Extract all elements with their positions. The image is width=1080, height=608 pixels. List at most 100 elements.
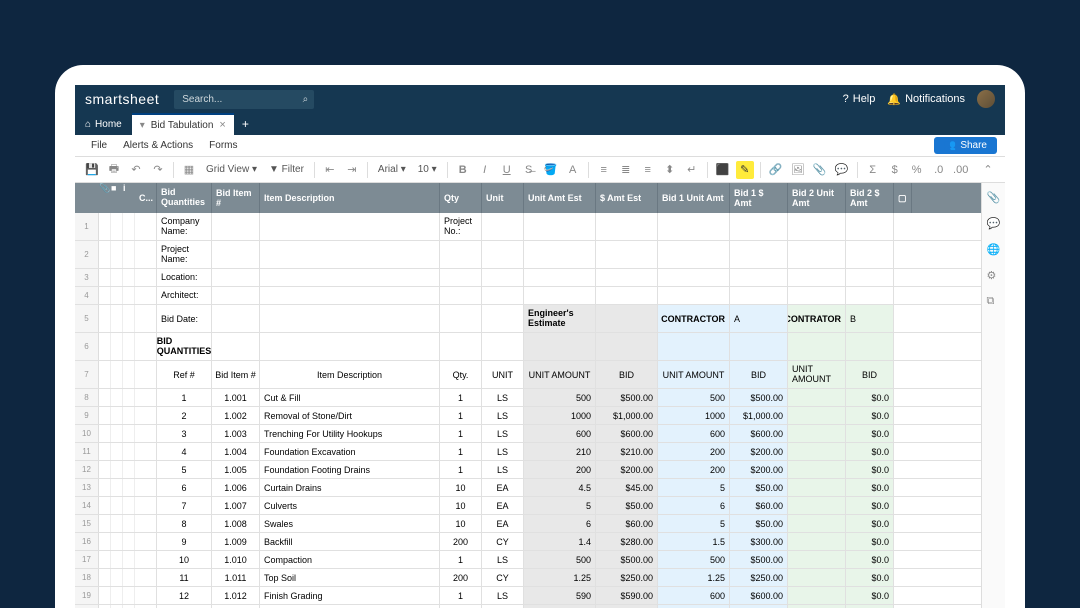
menu-bar: File Alerts & Actions Forms 👥Share (75, 135, 1005, 157)
chevron-down-icon[interactable]: ▾ (140, 120, 145, 131)
currency-icon[interactable]: $ (886, 161, 904, 179)
col-item-desc[interactable]: Item Description (260, 183, 440, 213)
bell-icon: 🔔 (887, 93, 901, 106)
tab-bid-tabulation[interactable]: ▾ Bid Tabulation × (132, 113, 234, 135)
table-row[interactable]: 12 5 1.005 Foundation Footing Drains 1 L… (75, 461, 981, 479)
menu-forms[interactable]: Forms (201, 140, 245, 151)
column-label-row[interactable]: 7 Ref # Bid Item # Item Description Qty.… (75, 361, 981, 389)
format-icon[interactable]: ⬛ (714, 161, 732, 179)
meta-row[interactable]: 1 Company Name: Project No.: (75, 213, 981, 241)
table-row[interactable]: 19 12 1.012 Finish Grading 1 LS 590 $590… (75, 587, 981, 605)
redo-icon[interactable]: ↷ (149, 161, 167, 179)
search-input[interactable] (174, 90, 314, 109)
table-row[interactable]: 10 3 1.003 Trenching For Utility Hookups… (75, 425, 981, 443)
attach-icon[interactable]: 📎 (811, 161, 829, 179)
col-unit[interactable]: Unit (482, 183, 524, 213)
table-row[interactable]: 15 8 1.008 Swales 10 EA 6 $60.00 5 $50.0… (75, 515, 981, 533)
percent-icon[interactable]: % (908, 161, 926, 179)
table-row[interactable]: 11 4 1.004 Foundation Excavation 1 LS 21… (75, 443, 981, 461)
indent-icon[interactable]: ⇥ (343, 161, 361, 179)
avatar[interactable] (977, 90, 995, 108)
underline-icon[interactable]: U (498, 161, 516, 179)
col-bid-quantities[interactable]: Bid Quantities (157, 183, 212, 213)
info-col-icon[interactable]: i (123, 183, 135, 213)
wrap-icon[interactable]: ↵ (683, 161, 701, 179)
table-row[interactable]: 14 7 1.007 Culverts 10 EA 5 $50.00 6 $60… (75, 497, 981, 515)
tab-label: Bid Tabulation (151, 120, 214, 131)
outdent-icon[interactable]: ⇤ (321, 161, 339, 179)
section-header-row[interactable]: 5 Bid Date: Engineer's Estimate CONTRACT… (75, 305, 981, 333)
subheader-row[interactable]: 6 BID QUANTITIES (75, 333, 981, 361)
print-icon[interactable]: 🖶 (105, 161, 123, 179)
notifications-button[interactable]: 🔔Notifications (887, 93, 965, 106)
activity-panel-icon[interactable]: 🌐 (987, 243, 1001, 257)
search-icon[interactable]: ⌕ (303, 94, 309, 105)
font-selector[interactable]: Arial ▾ (374, 164, 410, 175)
col-c[interactable]: C... (135, 183, 157, 213)
col-amt-est[interactable]: $ Amt Est (596, 183, 658, 213)
size-selector[interactable]: 10 ▾ (414, 164, 441, 175)
home-icon: ⌂ (85, 119, 91, 130)
col-add[interactable]: ▢ (894, 183, 912, 213)
col-qty[interactable]: Qty (440, 183, 482, 213)
collapse-toolbar-icon[interactable]: ⌃ (979, 161, 997, 179)
menu-file[interactable]: File (83, 140, 115, 151)
menu-alerts[interactable]: Alerts & Actions (115, 140, 201, 151)
close-icon[interactable]: × (219, 119, 225, 131)
table-row[interactable]: 8 1 1.001 Cut & Fill 1 LS 500 $500.00 50… (75, 389, 981, 407)
attach-col-icon[interactable]: 📎 (99, 183, 111, 213)
share-button[interactable]: 👥Share (934, 137, 997, 154)
view-selector[interactable]: Grid View ▾ (202, 164, 261, 175)
align-right-icon[interactable]: ≡ (639, 161, 657, 179)
side-tools: 📎 💬 🌐 ⚙ ⧉ (981, 183, 1005, 608)
new-tab-button[interactable]: + (234, 117, 257, 131)
meta-row[interactable]: 2 Project Name: (75, 241, 981, 269)
settings-panel-icon[interactable]: ⚙ (987, 269, 1001, 283)
help-button[interactable]: ?Help (843, 93, 876, 105)
link-icon[interactable]: 🔗 (767, 161, 785, 179)
table-row[interactable]: 18 11 1.011 Top Soil 200 CY 1.25 $250.00… (75, 569, 981, 587)
bold-icon[interactable]: B (454, 161, 472, 179)
home-button[interactable]: ⌂Home (75, 113, 132, 135)
sum-icon[interactable]: Σ (864, 161, 882, 179)
decimal-inc-icon[interactable]: .00 (952, 161, 970, 179)
italic-icon[interactable]: I (476, 161, 494, 179)
meta-row[interactable]: 3 Location: (75, 269, 981, 287)
top-bar: smartsheet ⌕ ?Help 🔔Notifications (75, 85, 1005, 113)
grid[interactable]: 📎 ■ i C... Bid Quantities Bid Item # Ite… (75, 183, 981, 608)
align-left-icon[interactable]: ≡ (595, 161, 613, 179)
attachment-panel-icon[interactable]: 📎 (987, 191, 1001, 205)
device-frame: smartsheet ⌕ ?Help 🔔Notifications ⌂Home … (55, 65, 1025, 608)
col-unit-amt-est[interactable]: Unit Amt Est (524, 183, 596, 213)
grid-icon[interactable]: ▦ (180, 161, 198, 179)
col-bid-item[interactable]: Bid Item # (212, 183, 260, 213)
col-bid2-unit[interactable]: Bid 2 Unit Amt (788, 183, 846, 213)
tab-bar: ⌂Home ▾ Bid Tabulation × + (75, 113, 1005, 135)
copy-panel-icon[interactable]: ⧉ (987, 295, 1001, 309)
comments-panel-icon[interactable]: 💬 (987, 217, 1001, 231)
comment-col-icon[interactable]: ■ (111, 183, 123, 213)
table-row[interactable]: 16 9 1.009 Backfill 200 CY 1.4 $280.00 1… (75, 533, 981, 551)
col-bid1-unit[interactable]: Bid 1 Unit Amt (658, 183, 730, 213)
decimal-dec-icon[interactable]: .0 (930, 161, 948, 179)
table-row[interactable]: 13 6 1.006 Curtain Drains 10 EA 4.5 $45.… (75, 479, 981, 497)
image-icon[interactable]: 🖼 (789, 161, 807, 179)
color-icon[interactable]: A (564, 161, 582, 179)
undo-icon[interactable]: ↶ (127, 161, 145, 179)
filter-button[interactable]: ▼ Filter (265, 164, 308, 175)
comment-icon[interactable]: 💬 (833, 161, 851, 179)
strike-icon[interactable]: S̶ (520, 161, 538, 179)
table-row[interactable]: 9 2 1.002 Removal of Stone/Dirt 1 LS 100… (75, 407, 981, 425)
valign-icon[interactable]: ⬍ (661, 161, 679, 179)
col-bid2-amt[interactable]: Bid 2 $ Amt (846, 183, 894, 213)
align-center-icon[interactable]: ≣ (617, 161, 635, 179)
fill-icon[interactable]: 🪣 (542, 161, 560, 179)
highlight-icon[interactable]: ✎ (736, 161, 754, 179)
table-row[interactable]: 17 10 1.010 Compaction 1 LS 500 $500.00 … (75, 551, 981, 569)
people-icon: 👥 (944, 140, 956, 151)
brand-logo: smartsheet (85, 91, 159, 107)
save-icon[interactable]: 💾 (83, 161, 101, 179)
col-bid1-amt[interactable]: Bid 1 $ Amt (730, 183, 788, 213)
toolbar: 💾 🖶 ↶ ↷ ▦ Grid View ▾ ▼ Filter ⇤ ⇥ Arial… (75, 157, 1005, 183)
meta-row[interactable]: 4 Architect: (75, 287, 981, 305)
